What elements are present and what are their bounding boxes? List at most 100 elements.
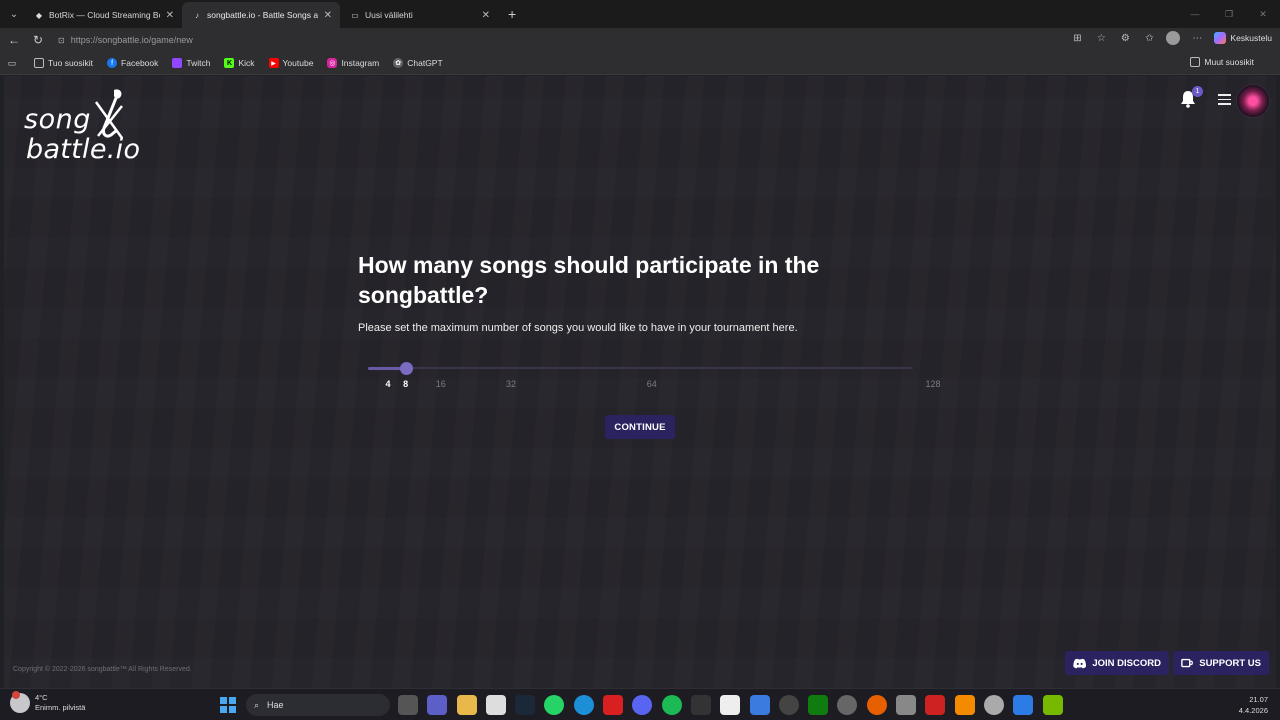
copilot-button[interactable]: Keskustelu	[1214, 32, 1272, 44]
close-tab-icon[interactable]: ✕	[482, 10, 490, 21]
site-info-icon[interactable]: ⊡	[58, 36, 65, 45]
copyright-text: Copyright © 2022-2026 songbattle™ All Ri…	[13, 666, 192, 673]
support-us-button[interactable]: SUPPORT US	[1173, 651, 1269, 675]
song-count-slider[interactable]	[368, 362, 913, 375]
vlc-icon[interactable]	[954, 695, 975, 715]
discord-app-icon[interactable]	[632, 695, 653, 715]
discord-label: JOIN DISCORD	[1092, 657, 1161, 669]
slider-track[interactable]	[368, 367, 913, 369]
system-clock[interactable]: 21.07 4.4.2026	[1239, 694, 1268, 716]
extensions-icon[interactable]: ⚙	[1118, 31, 1132, 45]
copilot-label: Keskustelu	[1230, 33, 1272, 43]
clock-date: 4.4.2026	[1238, 706, 1268, 715]
tab-title: BotRix — Cloud Streaming Bot for	[49, 10, 160, 20]
close-window-icon[interactable]: ✕	[1246, 0, 1280, 28]
maximize-icon[interactable]: ❐	[1212, 0, 1246, 28]
bookmark-import[interactable]: Tuo suosikit	[34, 58, 93, 68]
tab-actions-menu-icon[interactable]: ⌄	[4, 5, 24, 23]
store-icon[interactable]	[485, 695, 506, 715]
join-discord-button[interactable]: JOIN DISCORD	[1065, 651, 1169, 675]
bookmark-youtube[interactable]: ▶ Youtube	[268, 58, 313, 68]
xbox-icon[interactable]	[808, 695, 829, 715]
chatgpt-icon: ✿	[393, 58, 404, 68]
notifications-button[interactable]: 1	[1180, 86, 1203, 110]
bookmark-chatgpt[interactable]: ✿ ChatGPT	[393, 58, 443, 68]
logo-text-song: song	[24, 104, 91, 135]
minimize-icon[interactable]: —	[1178, 0, 1212, 28]
nvidia-icon[interactable]	[1042, 695, 1063, 715]
other-bookmarks-folder[interactable]: Muut suosikit	[1190, 57, 1254, 67]
whatsapp-icon[interactable]	[544, 695, 565, 715]
songbattle-page: song battle.io 1 How many songs should p…	[4, 76, 1276, 688]
tab-songbattle[interactable]: ♪ songbattle.io - Battle Songs again ✕	[182, 2, 340, 28]
temperature: 4°C	[35, 693, 48, 702]
folder-icon	[1190, 57, 1201, 67]
steam-icon[interactable]	[515, 695, 536, 715]
reading-view-icon[interactable]: ▭	[2, 51, 22, 75]
windows-start-icon[interactable]	[220, 697, 236, 713]
teams-icon[interactable]	[427, 695, 448, 715]
bookmark-label: Facebook	[121, 58, 159, 68]
settings-gear-icon[interactable]	[778, 695, 799, 715]
g-hub-icon[interactable]	[690, 695, 711, 715]
taskbar-apps	[398, 695, 1063, 715]
search-placeholder: Hae	[267, 700, 284, 710]
favorite-star-icon[interactable]: ☆	[1094, 31, 1108, 45]
url-bar[interactable]: ⊡ https://songbattle.io/game/new	[52, 31, 1052, 49]
address-toolbar: ← ↻ ⊡ https://songbattle.io/game/new ⊞ ☆…	[0, 28, 1280, 52]
songbattle-logo[interactable]: song battle.io	[24, 88, 144, 166]
bookmark-instagram[interactable]: ◎ Instagram	[327, 58, 379, 68]
continue-button[interactable]: CONTINUE	[605, 415, 675, 439]
logo-text-battle: battle.io	[26, 134, 141, 165]
notepad-icon[interactable]	[720, 695, 741, 715]
close-tab-icon[interactable]: ✕	[166, 10, 174, 21]
opera-icon[interactable]	[925, 695, 946, 715]
back-arrow-icon[interactable]: ←	[2, 28, 26, 52]
page-title: How many songs should participate in the…	[358, 252, 820, 308]
notification-badge: 1	[1192, 86, 1203, 97]
bookmark-kick[interactable]: K Kick	[224, 58, 255, 68]
lol-icon[interactable]	[603, 695, 624, 715]
favorites-list-icon[interactable]: ✩	[1142, 31, 1156, 45]
profile-avatar[interactable]	[1166, 31, 1181, 45]
cloud-icon	[10, 691, 30, 713]
bookmark-twitch[interactable]: Twitch	[172, 58, 210, 68]
youtube-icon: ▶	[268, 58, 279, 68]
brave-icon[interactable]	[866, 695, 887, 715]
obs-icon[interactable]	[837, 695, 858, 715]
app-available-icon[interactable]: ⊞	[1070, 31, 1084, 45]
more-options-icon[interactable]: ⋯	[1190, 31, 1204, 45]
mail-icon[interactable]	[749, 695, 770, 715]
edge-icon[interactable]	[573, 695, 594, 715]
kick-icon: K	[224, 58, 235, 68]
twitch-icon	[172, 58, 183, 68]
refresh-icon[interactable]: ↻	[26, 28, 50, 52]
tab-botrix[interactable]: ◆ BotRix — Cloud Streaming Bot for ✕	[24, 2, 182, 28]
file-explorer-icon[interactable]	[456, 695, 477, 715]
import-icon	[34, 58, 44, 68]
slider-tick-label: 128	[925, 379, 941, 389]
taskbar-search[interactable]: ⌕ Hae	[246, 694, 390, 716]
new-tab-plus-icon[interactable]: +	[508, 6, 516, 22]
snipping-tool-icon[interactable]	[983, 695, 1004, 715]
tab-new[interactable]: ▭ Uusi välilehti ✕	[340, 2, 498, 28]
search-icon: ⌕	[254, 699, 260, 710]
facebook-icon: f	[107, 58, 118, 68]
hamburger-menu-icon[interactable]	[1218, 94, 1231, 106]
tab-title: songbattle.io - Battle Songs again	[207, 10, 318, 20]
task-view-icon[interactable]	[398, 695, 418, 715]
cup-icon	[1181, 658, 1193, 667]
copilot-icon	[1214, 32, 1227, 44]
spotify-icon[interactable]	[661, 695, 682, 715]
tab-title: Uusi välilehti	[365, 10, 413, 20]
slider-thumb[interactable]	[399, 362, 413, 375]
slider-tick-label: 32	[506, 379, 517, 389]
bookmark-label: Twitch	[186, 58, 211, 68]
user-avatar[interactable]	[1237, 85, 1269, 117]
window-app-icon[interactable]	[1013, 695, 1034, 715]
bookmark-facebook[interactable]: f Facebook	[107, 58, 158, 68]
control-panel-icon[interactable]	[896, 695, 917, 715]
close-tab-icon[interactable]: ✕	[324, 10, 332, 21]
botrix-icon: ◆	[35, 10, 43, 20]
weather-widget[interactable]: 4°C Enimm. pilvistä	[10, 691, 85, 713]
